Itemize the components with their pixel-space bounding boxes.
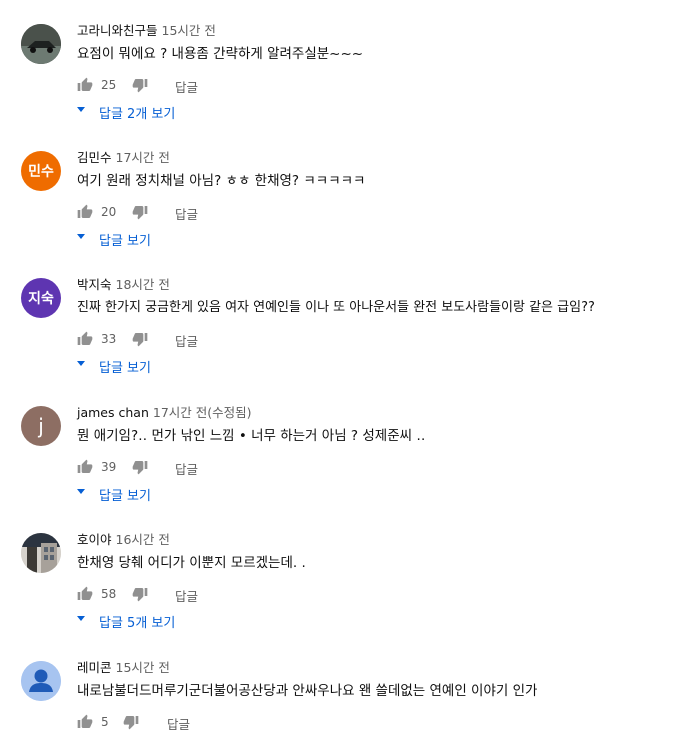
- dislike-icon[interactable]: [132, 204, 148, 220]
- comment-header: james chan 17시간 전(수정됨): [77, 402, 252, 421]
- comment-time[interactable]: 16시간 전: [116, 532, 170, 547]
- caret-down-icon: [77, 107, 85, 112]
- comment-time[interactable]: 15시간 전: [116, 660, 170, 675]
- avatar[interactable]: 지숙: [21, 278, 61, 318]
- comment-text: 요점이 뭐에요 ? 내용좀 간략하게 알려주실분~~~: [77, 46, 364, 62]
- comment-thread: 민수 김민수 17시간 전 여기 원래 정치채널 아님? ㅎㅎ 한채영? ㅋㅋㅋㅋ…: [0, 150, 692, 261]
- avatar[interactable]: [21, 661, 61, 701]
- reply-button[interactable]: 답글: [175, 586, 198, 605]
- reply-button[interactable]: 답글: [175, 459, 198, 478]
- comment-time[interactable]: 15시간 전: [162, 23, 216, 38]
- comment-text: 뭔 애기임?‥ 먼가 낚인 느낌 • 너무 하는거 아님 ? 성제준씨 ‥: [77, 428, 426, 444]
- default-user-icon: [21, 661, 61, 701]
- caret-down-icon: [77, 361, 85, 366]
- avatar[interactable]: j: [21, 406, 61, 446]
- reply-button[interactable]: 답글: [167, 714, 190, 733]
- caret-down-icon: [77, 616, 85, 621]
- comment-thread: 레미콘 15시간 전 내로남불더드머루기군더불어공산당과 안싸우나요 왠 쓸데없는…: [0, 660, 692, 741]
- author-name[interactable]: 고라니와친구들: [77, 23, 158, 38]
- comment-text: 진짜 한가지 궁금한게 있음 여자 연예인들 이나 또 아나운서들 완전 보도사…: [77, 300, 595, 315]
- avatar-photo-icon: [21, 24, 61, 64]
- like-icon[interactable]: [77, 204, 93, 220]
- view-replies-label: 답글 5개 보기: [99, 616, 176, 631]
- view-replies-label: 답글 보기: [99, 489, 151, 504]
- avatar-initials: 지숙: [28, 291, 54, 307]
- comment-time[interactable]: 18시간 전: [116, 277, 170, 292]
- dislike-icon[interactable]: [132, 586, 148, 602]
- like-icon[interactable]: [77, 77, 93, 93]
- view-replies-label: 답글 보기: [99, 361, 151, 376]
- reply-button[interactable]: 답글: [175, 331, 198, 350]
- avatar[interactable]: [21, 24, 61, 64]
- avatar-initials: 민수: [28, 164, 54, 180]
- author-name[interactable]: 호이야: [77, 532, 112, 547]
- comment-time[interactable]: 17시간 전(수정됨): [153, 405, 252, 420]
- caret-down-icon: [77, 489, 85, 494]
- like-icon[interactable]: [77, 459, 93, 475]
- avatar[interactable]: 민수: [21, 151, 61, 191]
- like-icon[interactable]: [77, 714, 93, 730]
- reply-button[interactable]: 답글: [175, 77, 198, 96]
- dislike-icon[interactable]: [123, 714, 139, 730]
- like-count: 58: [101, 587, 117, 601]
- author-name[interactable]: 박지숙: [77, 277, 112, 292]
- comment-text: 한채영 당췌 어디가 이뿐지 모르겠는데. .: [77, 555, 306, 571]
- reply-button[interactable]: 답글: [175, 204, 198, 223]
- comment-time[interactable]: 17시간 전: [116, 150, 170, 165]
- comment-text: 여기 원래 정치채널 아님? ㅎㅎ 한채영? ㅋㅋㅋㅋㅋ: [77, 173, 366, 189]
- comment-thread: 고라니와친구들 15시간 전 요점이 뭐에요 ? 내용좀 간략하게 알려주실분~~…: [0, 23, 692, 134]
- avatar-photo-icon: [21, 533, 61, 573]
- like-icon[interactable]: [77, 331, 93, 347]
- author-name[interactable]: 김민수: [77, 150, 112, 165]
- avatar-initials: j: [38, 414, 44, 438]
- like-count: 39: [101, 460, 117, 474]
- like-count: 33: [101, 332, 117, 346]
- avatar[interactable]: [21, 533, 61, 573]
- comment-header: 김민수 17시간 전: [77, 147, 170, 166]
- view-replies-label: 답글 2개 보기: [99, 107, 176, 122]
- dislike-icon[interactable]: [132, 331, 148, 347]
- like-icon[interactable]: [77, 586, 93, 602]
- comment-thread: j james chan 17시간 전(수정됨) 뭔 애기임?‥ 먼가 낚인 느낌…: [0, 405, 692, 516]
- comment-header: 박지숙 18시간 전: [77, 274, 170, 293]
- author-name[interactable]: 레미콘: [77, 660, 112, 675]
- caret-down-icon: [77, 234, 85, 239]
- like-count: 5: [101, 715, 109, 729]
- comment-header: 레미콘 15시간 전: [77, 657, 170, 676]
- comment-thread: 지숙 박지숙 18시간 전 진짜 한가지 궁금한게 있음 여자 연예인들 이나 또…: [0, 277, 692, 388]
- like-count: 20: [101, 205, 117, 219]
- dislike-icon[interactable]: [132, 77, 148, 93]
- like-count: 25: [101, 78, 117, 92]
- dislike-icon[interactable]: [132, 459, 148, 475]
- author-name[interactable]: james chan: [77, 405, 149, 420]
- view-replies-label: 답글 보기: [99, 234, 151, 249]
- comment-header: 고라니와친구들 15시간 전: [77, 20, 216, 39]
- comment-text: 내로남불더드머루기군더불어공산당과 안싸우나요 왠 쓸데없는 연예인 이야기 인…: [77, 683, 538, 699]
- comment-thread: 호이야 16시간 전 한채영 당췌 어디가 이뿐지 모르겠는데. . 58 답글 …: [0, 532, 692, 643]
- comment-header: 호이야 16시간 전: [77, 529, 170, 548]
